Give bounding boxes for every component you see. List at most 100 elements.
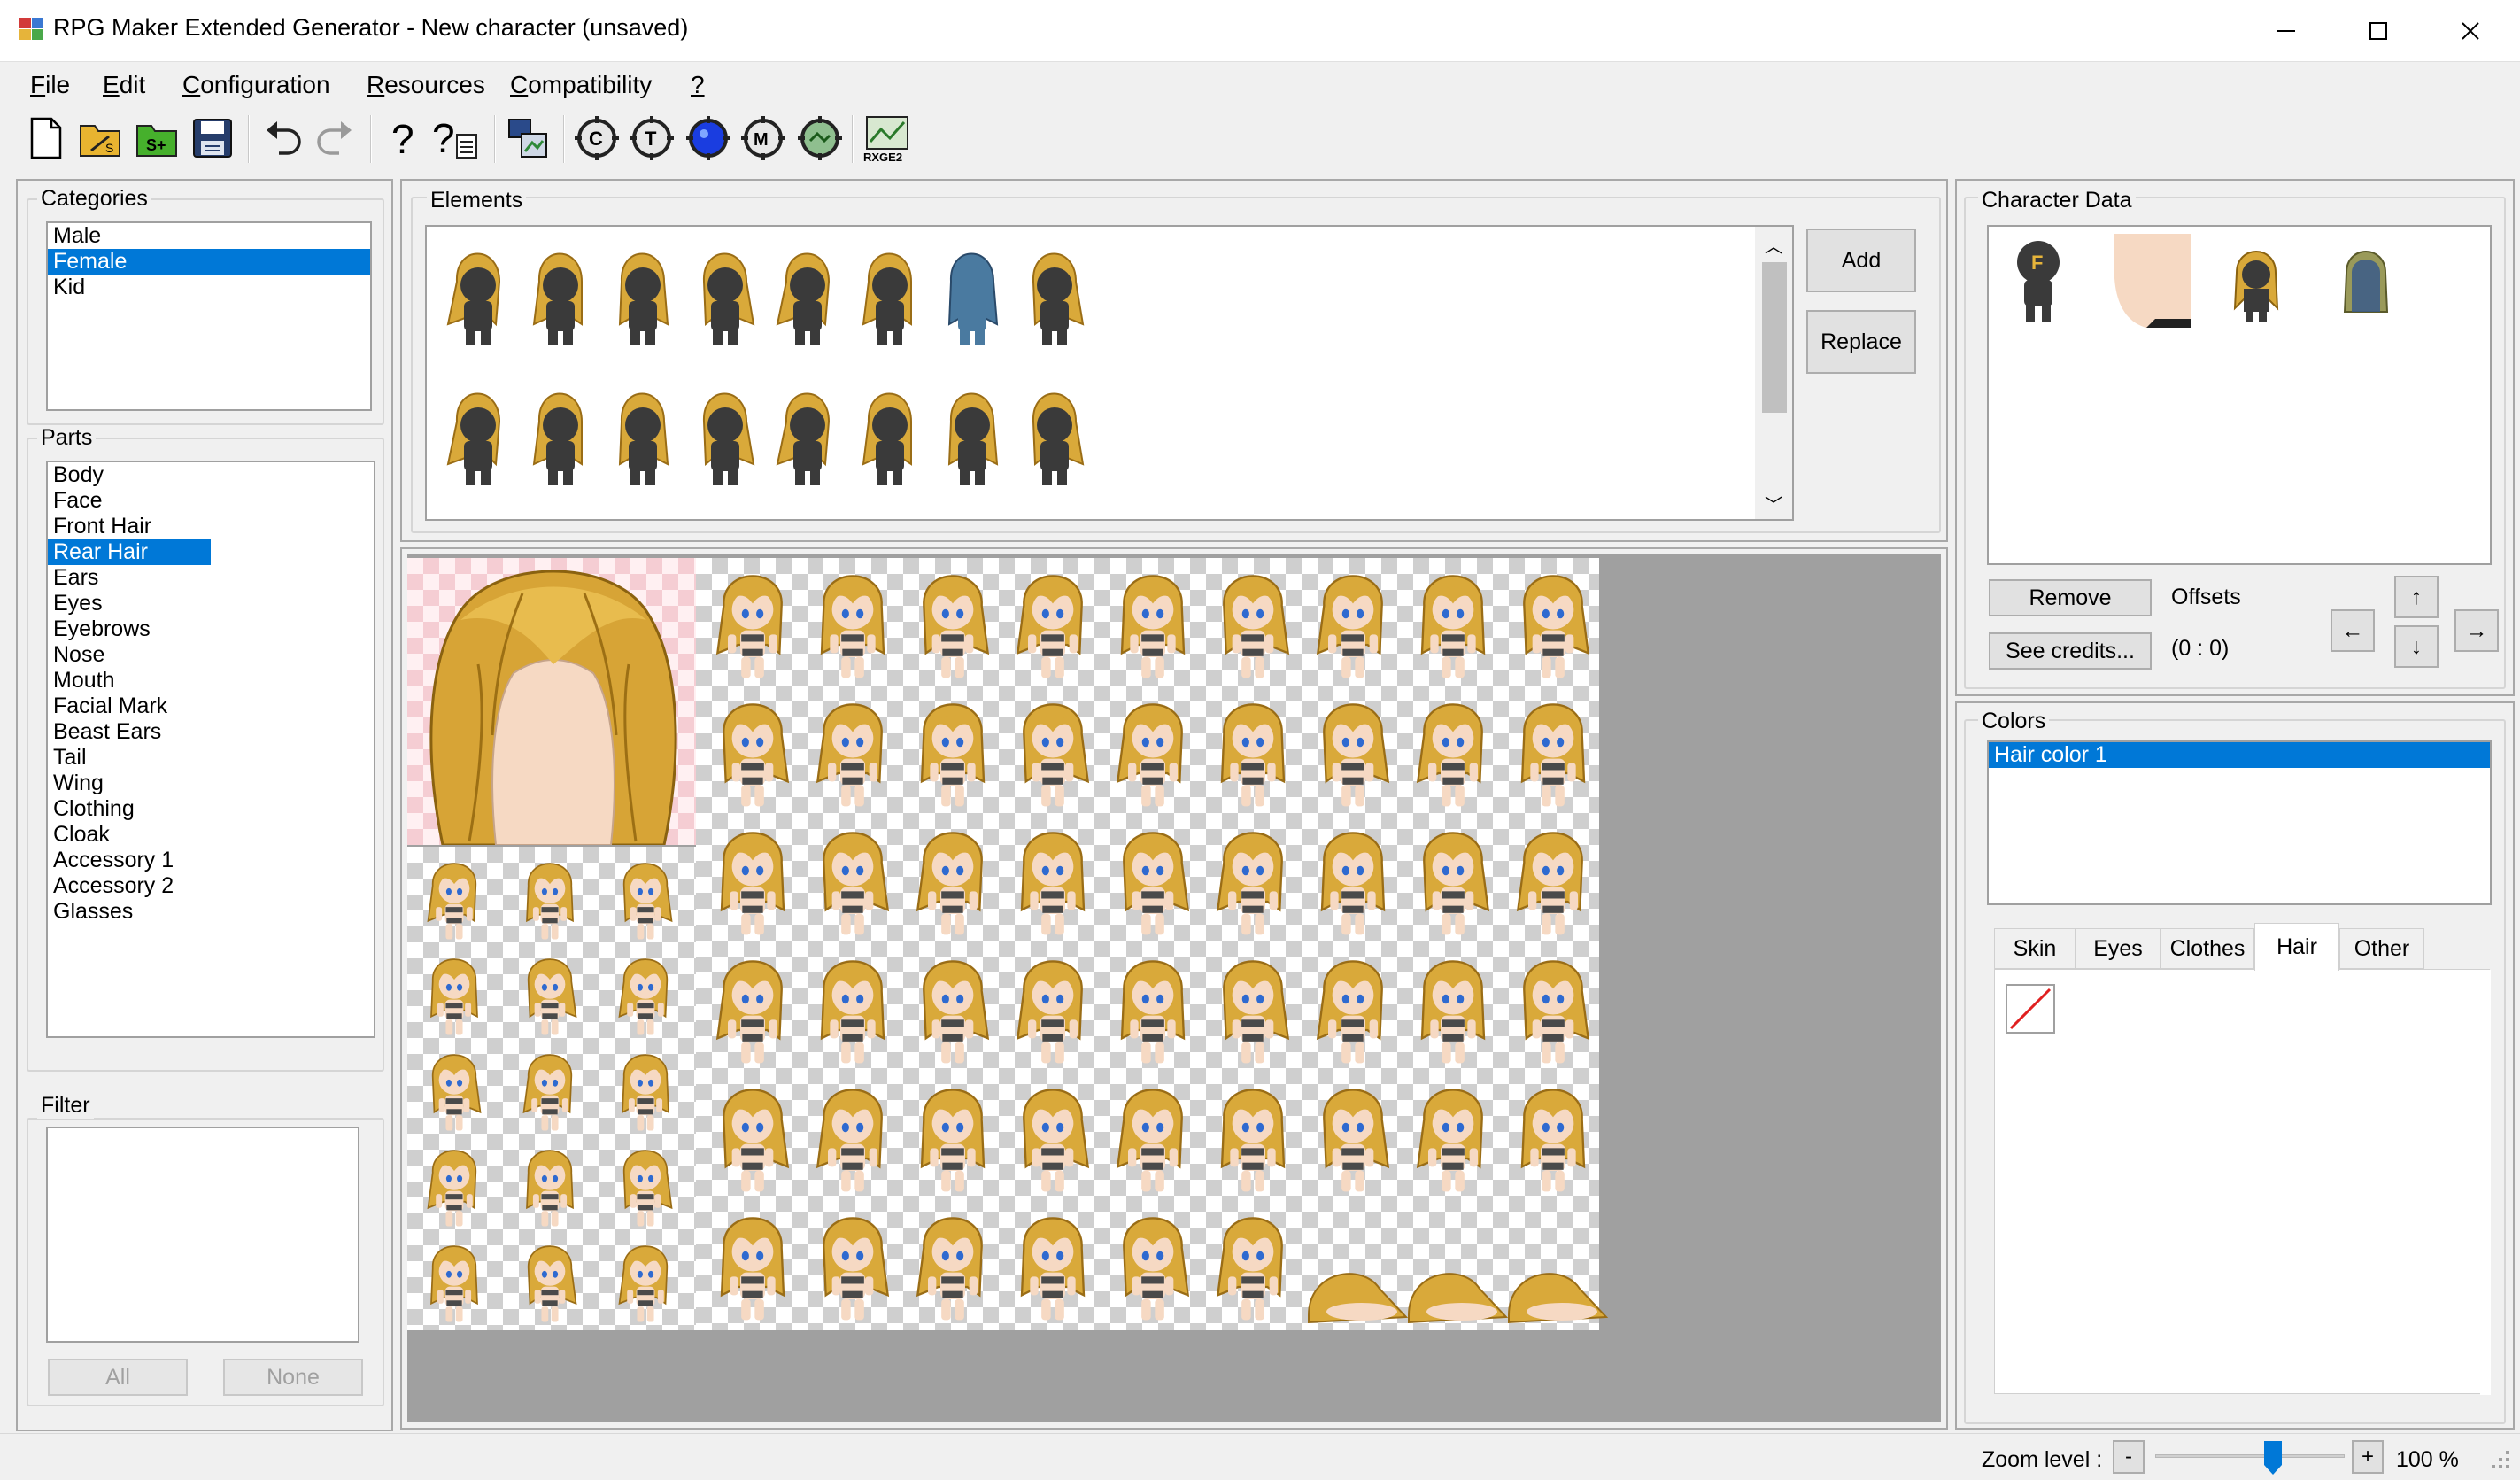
- offset-right-button[interactable]: →: [2454, 609, 2499, 652]
- layer-front-hair-thumb[interactable]: [2230, 237, 2283, 324]
- part-item[interactable]: Eyebrows: [48, 616, 374, 642]
- elements-grid[interactable]: ︿ ﹀: [425, 225, 1794, 521]
- replace-button[interactable]: Replace: [1806, 310, 1916, 374]
- zoom-out-button[interactable]: -: [2113, 1440, 2145, 1474]
- element-thumbnail[interactable]: [611, 376, 673, 508]
- close-window-button[interactable]: [2424, 0, 2516, 62]
- element-thumbnail[interactable]: [940, 376, 1002, 508]
- redo-icon: [317, 121, 352, 155]
- filter-list[interactable]: [46, 1127, 359, 1343]
- colors-list[interactable]: Hair color 1: [1987, 740, 2492, 905]
- element-thumbnail[interactable]: [1023, 236, 1085, 368]
- layer-body-thumb[interactable]: F: [2012, 236, 2065, 324]
- element-thumbnail[interactable]: [776, 376, 838, 508]
- part-item[interactable]: Clothing: [48, 796, 374, 822]
- export-button[interactable]: [503, 113, 553, 163]
- menu-resources[interactable]: Resources: [367, 71, 485, 99]
- part-item[interactable]: Face: [48, 488, 374, 514]
- help-button[interactable]: ?: [379, 113, 429, 163]
- target-blue-button[interactable]: [684, 113, 733, 163]
- menu-configuration[interactable]: Configuration: [182, 71, 330, 99]
- filter-none-button[interactable]: None: [223, 1359, 363, 1396]
- part-item[interactable]: Cloak: [48, 822, 374, 848]
- layer-rear-hair-thumb[interactable]: [2339, 237, 2392, 324]
- category-item-selected[interactable]: Female: [48, 249, 370, 275]
- see-credits-button[interactable]: See credits...: [1989, 632, 2152, 670]
- color-swatch-none[interactable]: [2006, 984, 2055, 1034]
- menu-compatibility[interactable]: Compatibility: [510, 71, 652, 99]
- character-sprite: [1003, 815, 1102, 939]
- target-m-button[interactable]: M: [738, 113, 788, 163]
- part-item[interactable]: Beast Ears: [48, 719, 374, 745]
- category-item[interactable]: Kid: [48, 275, 370, 300]
- part-item[interactable]: Wing: [48, 771, 374, 796]
- help-doc-button[interactable]: ?: [432, 113, 482, 163]
- offset-up-button[interactable]: ↑: [2394, 576, 2439, 618]
- part-item[interactable]: Front Hair: [48, 514, 374, 539]
- zoom-slider-track[interactable]: [2155, 1454, 2345, 1458]
- menu-file[interactable]: File: [30, 71, 70, 99]
- element-thumbnail[interactable]: [693, 236, 755, 368]
- scroll-down-arrow[interactable]: ﹀: [1759, 491, 1789, 515]
- zoom-in-button[interactable]: +: [2352, 1440, 2384, 1474]
- resize-grip-icon[interactable]: [2486, 1444, 2513, 1474]
- element-thumbnail[interactable]: [858, 236, 920, 368]
- element-thumbnail[interactable]: [693, 376, 755, 508]
- minimize-window-button[interactable]: [2240, 0, 2332, 62]
- offset-left-button[interactable]: ←: [2331, 609, 2375, 652]
- element-thumbnail[interactable]: [529, 236, 591, 368]
- part-item[interactable]: Eyes: [48, 591, 374, 616]
- offset-down-button[interactable]: ↓: [2394, 625, 2439, 668]
- element-thumbnail[interactable]: [446, 236, 508, 368]
- add-button[interactable]: S+: [133, 113, 182, 163]
- part-item[interactable]: Mouth: [48, 668, 374, 694]
- part-item[interactable]: Glasses: [48, 899, 374, 925]
- tab-hair[interactable]: Hair: [2254, 923, 2339, 971]
- scroll-up-arrow[interactable]: ︿: [1759, 232, 1789, 257]
- layer-face-thumb[interactable]: [2111, 234, 2191, 328]
- filter-all-button[interactable]: All: [48, 1359, 188, 1396]
- element-thumbnail[interactable]: [776, 236, 838, 368]
- remove-button[interactable]: Remove: [1989, 579, 2152, 616]
- element-thumbnail[interactable]: [529, 376, 591, 508]
- target-t-button[interactable]: T: [627, 113, 676, 163]
- part-item[interactable]: Accessory 1: [48, 848, 374, 873]
- element-thumbnail[interactable]: [940, 236, 1002, 368]
- elements-scrollbar[interactable]: ︿ ﹀: [1755, 227, 1792, 519]
- character-data-list[interactable]: F: [1987, 225, 2492, 565]
- element-thumbnail[interactable]: [611, 236, 673, 368]
- new-file-button[interactable]: [21, 113, 71, 163]
- zoom-slider-thumb[interactable]: [2263, 1440, 2283, 1476]
- tab-other[interactable]: Other: [2339, 928, 2424, 969]
- open-button[interactable]: S: [76, 113, 126, 163]
- part-item[interactable]: Ears: [48, 565, 374, 591]
- element-thumbnail[interactable]: [1023, 376, 1085, 508]
- scroll-thumb[interactable]: [1762, 262, 1787, 413]
- part-item[interactable]: Nose: [48, 642, 374, 668]
- menu-edit[interactable]: Edit: [103, 71, 145, 99]
- category-item[interactable]: Male: [48, 223, 370, 249]
- tab-eyes[interactable]: Eyes: [2076, 928, 2161, 969]
- tab-clothes[interactable]: Clothes: [2161, 928, 2254, 969]
- tab-skin[interactable]: Skin: [1994, 928, 2076, 969]
- part-item[interactable]: Facial Mark: [48, 694, 374, 719]
- preview-canvas[interactable]: [407, 554, 1941, 1422]
- color-item-selected[interactable]: Hair color 1: [1989, 742, 2490, 768]
- add-button[interactable]: Add: [1806, 229, 1916, 292]
- part-item[interactable]: Body: [48, 462, 374, 488]
- rxge2-button[interactable]: RXGE2: [861, 113, 916, 163]
- element-thumbnail[interactable]: [858, 376, 920, 508]
- element-thumbnail[interactable]: [446, 376, 508, 508]
- save-button[interactable]: [188, 113, 237, 163]
- menu-help[interactable]: ?: [691, 71, 705, 99]
- categories-list[interactable]: Male Female Kid: [46, 221, 372, 411]
- undo-button[interactable]: [259, 113, 308, 163]
- part-item[interactable]: Accessory 2: [48, 873, 374, 899]
- target-c-button[interactable]: C: [572, 113, 622, 163]
- maximize-window-button[interactable]: [2332, 0, 2424, 62]
- target-green-button[interactable]: [795, 113, 845, 163]
- part-item-selected[interactable]: Rear Hair: [48, 539, 211, 565]
- part-item[interactable]: Tail: [48, 745, 374, 771]
- parts-list[interactable]: Body Face Front Hair Rear Hair Ears Eyes…: [46, 461, 375, 1038]
- redo-button[interactable]: [310, 113, 359, 163]
